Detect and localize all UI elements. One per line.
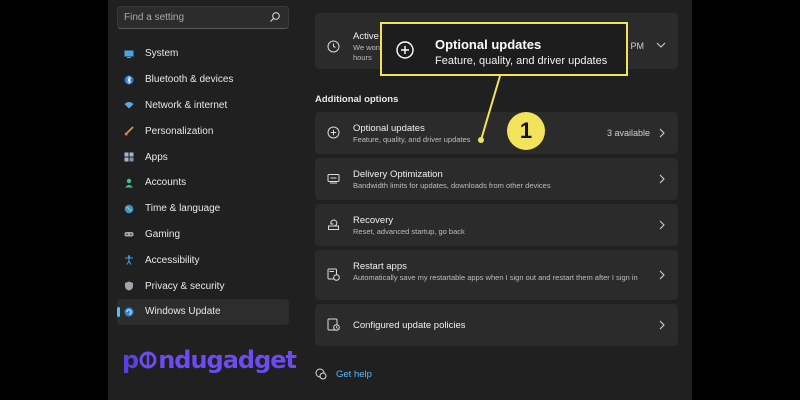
chevron-right-icon — [659, 270, 665, 280]
option-subtitle: Feature, quality, and driver updates — [353, 135, 471, 144]
pondugadget-logo: p ndugadget — [122, 346, 297, 374]
plus-circle-icon — [327, 126, 340, 139]
get-help-label[interactable]: Get help — [336, 369, 372, 380]
sidebar-item-label: Gaming — [145, 228, 181, 240]
option-subtitle: Bandwidth limits for updates, downloads … — [353, 181, 551, 190]
available-count: 3 available — [606, 128, 650, 138]
sidebar-item-label: Apps — [145, 151, 168, 163]
section-title: Additional options — [315, 94, 399, 105]
search-input[interactable] — [124, 10, 264, 25]
restart-apps-row[interactable]: Restart apps Automatically save my resta… — [315, 250, 678, 300]
delivery-optimization-row[interactable]: Delivery Optimization Bandwidth limits f… — [315, 158, 678, 200]
optional-updates-callout: Optional updates Feature, quality, and d… — [380, 22, 628, 76]
sidebar-item-label: Accessibility — [145, 254, 200, 266]
sidebar-item-label: Bluetooth & devices — [145, 74, 234, 86]
callout-subtitle: Feature, quality, and driver updates — [435, 55, 608, 67]
sidebar-item-accounts[interactable]: Accounts — [117, 170, 289, 196]
policy-icon — [327, 318, 340, 331]
option-title: Delivery Optimization — [353, 169, 443, 180]
bluetooth-icon — [124, 75, 134, 85]
brush-icon — [124, 126, 134, 136]
settings-window: System Bluetooth & devices Network & int… — [108, 0, 692, 400]
update-icon — [124, 307, 134, 317]
sidebar-item-gaming[interactable]: Gaming — [117, 222, 289, 248]
option-subtitle: Automatically save my restartable apps w… — [353, 273, 638, 282]
chevron-right-icon — [659, 220, 665, 230]
settings-screenshot: System Bluetooth & devices Network & int… — [108, 0, 692, 392]
sidebar-item-label: Windows Update — [145, 306, 221, 318]
sidebar-item-personalization[interactable]: Personalization — [117, 118, 289, 144]
option-title: Optional updates — [353, 123, 425, 134]
logo-o-symbol — [139, 351, 157, 369]
recovery-icon — [328, 219, 339, 230]
sidebar-item-privacy[interactable]: Privacy & security — [117, 273, 289, 299]
step-number-badge: 1 — [507, 112, 545, 150]
apps-icon — [124, 152, 134, 162]
configured-policies-row[interactable]: Configured update policies — [315, 304, 678, 346]
sidebar-item-apps[interactable]: Apps — [117, 144, 289, 170]
accessibility-icon — [124, 255, 134, 266]
sidebar-item-network[interactable]: Network & internet — [117, 93, 289, 119]
sidebar-item-accessibility[interactable]: Accessibility — [117, 247, 289, 273]
help-chat-icon — [315, 368, 327, 380]
sidebar-item-label: Network & internet — [145, 99, 228, 111]
delivery-icon — [327, 174, 340, 184]
wifi-icon — [124, 100, 134, 110]
chevron-down-icon[interactable] — [656, 41, 666, 49]
chevron-right-icon — [659, 128, 665, 138]
sidebar-item-time-language[interactable]: Time & language — [117, 196, 289, 222]
active-hours-subtitle-2: hours — [353, 53, 372, 62]
person-icon — [124, 178, 134, 188]
monitor-icon — [124, 49, 134, 59]
option-title: Recovery — [353, 215, 394, 226]
sidebar-item-windows-update[interactable]: Windows Update — [117, 298, 289, 325]
recovery-row[interactable]: Recovery Reset, advanced startup, go bac… — [315, 204, 678, 246]
chevron-right-icon — [659, 320, 665, 330]
clock-icon — [327, 40, 340, 53]
sidebar-item-label: Accounts — [145, 177, 187, 189]
sidebar-item-label: Personalization — [145, 125, 214, 137]
callout-title: Optional updates — [435, 37, 542, 52]
sidebar-item-label: Time & language — [145, 203, 221, 215]
restart-apps-icon — [327, 268, 340, 281]
gamepad-icon — [124, 229, 134, 239]
sidebar-item-bluetooth[interactable]: Bluetooth & devices — [117, 67, 289, 93]
sidebar-item-system[interactable]: System — [117, 41, 289, 67]
option-title: Restart apps — [353, 261, 407, 272]
plus-circle-icon — [396, 41, 414, 59]
shield-icon — [124, 281, 134, 291]
search-box[interactable] — [117, 6, 289, 29]
get-help-link[interactable]: Get help — [315, 368, 372, 380]
sidebar-item-label: System — [145, 48, 179, 60]
chevron-right-icon — [659, 174, 665, 184]
globe-icon — [124, 204, 134, 214]
option-title: Configured update policies — [353, 320, 466, 331]
sidebar-nav: System Bluetooth & devices Network & int… — [117, 41, 289, 325]
optional-updates-row[interactable]: Optional updates Feature, quality, and d… — [315, 112, 678, 154]
search-icon[interactable] — [269, 11, 281, 23]
option-subtitle: Reset, advanced startup, go back — [353, 227, 465, 236]
sidebar-item-label: Privacy & security — [145, 280, 225, 292]
